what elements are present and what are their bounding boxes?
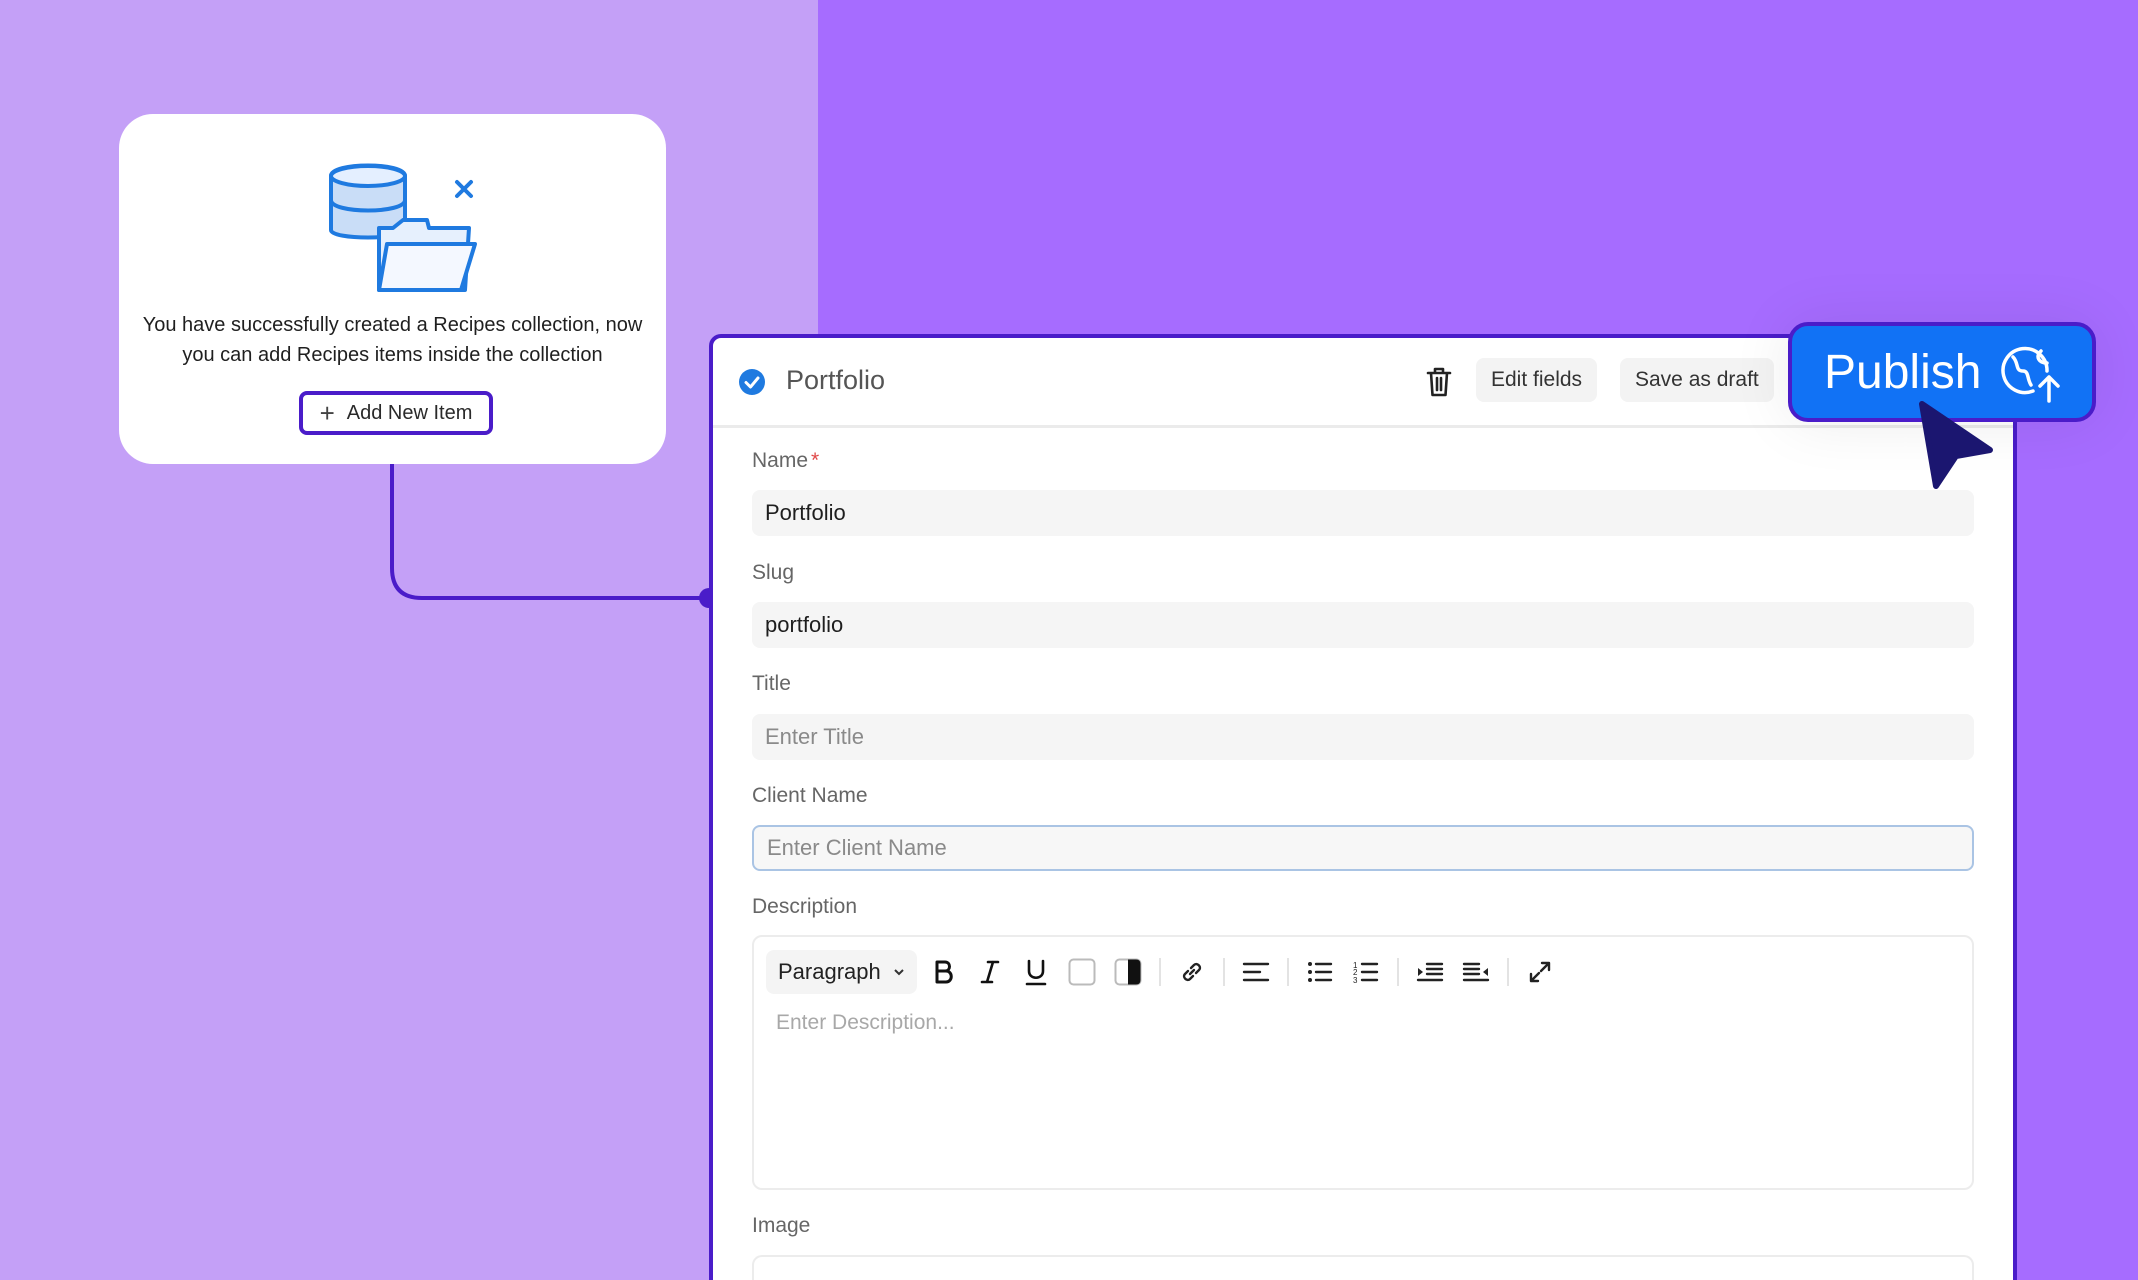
numbered-list-icon[interactable]: 123 [1347,952,1385,992]
description-label: Description [752,895,858,918]
mouse-pointer-icon [1919,401,1993,489]
highlight-color-icon[interactable] [1109,952,1147,992]
underline-icon[interactable] [1017,952,1055,992]
name-field[interactable]: Portfolio [752,490,1974,536]
block-format-value: Paragraph [778,959,881,984]
indent-icon[interactable] [1457,952,1495,992]
chevron-down-icon [894,969,904,976]
add-new-item-label: Add New Item [346,401,473,424]
block-format-select[interactable]: Paragraph [766,950,917,994]
toolbar-divider [1286,958,1289,986]
description-editor[interactable]: Paragraph 1 2 3 Enter Description... [752,935,1974,1190]
description-placeholder: Enter Description... [776,1011,955,1034]
slug-label: Slug [752,561,795,584]
name-label-text: Name [752,449,809,472]
toolbar-divider [1222,958,1225,986]
text-color-icon[interactable] [1063,952,1101,992]
client-name-label: Client Name [752,784,868,807]
bold-icon[interactable] [925,952,963,992]
image-upload-field[interactable] [752,1255,1974,1280]
svg-text:3: 3 [1353,976,1358,984]
bullet-list-icon[interactable] [1301,952,1339,992]
align-left-icon[interactable] [1237,952,1275,992]
panel-title: Portfolio [786,365,886,395]
check-circle-icon [739,369,765,395]
required-mark: * [811,449,820,472]
italic-icon[interactable] [971,952,1009,992]
add-new-item-button[interactable]: + Add New Item [299,391,493,435]
client-name-field[interactable]: Enter Client Name [752,825,1974,871]
link-icon[interactable] [1173,952,1211,992]
database-folder-illustration [329,163,477,292]
title-label: Title [752,672,791,695]
success-card: You have successfully created a Recipes … [119,114,666,464]
globe-upload-icon [2001,346,2061,403]
rich-text-toolbar: Paragraph 1 2 3 [766,949,1559,995]
toolbar-divider [1158,958,1161,986]
publish-label: Publish [1824,345,1982,399]
outdent-icon[interactable] [1411,952,1449,992]
toolbar-divider [1506,958,1509,986]
trash-icon[interactable] [1424,366,1454,398]
title-field[interactable]: Enter Title [752,714,1974,760]
save-as-draft-button[interactable]: Save as draft [1620,358,1774,402]
plus-icon: + [319,398,335,428]
fullscreen-icon[interactable] [1521,952,1559,992]
toolbar-divider [1396,958,1399,986]
success-message: You have successfully created a Recipes … [142,314,643,366]
item-editor-panel: Portfolio Edit fields Save as draft Name… [709,334,2017,1280]
slug-field[interactable]: portfolio [752,602,1974,648]
name-label: Name * [752,449,819,473]
edit-fields-button[interactable]: Edit fields [1476,358,1598,402]
image-label: Image [752,1214,811,1237]
